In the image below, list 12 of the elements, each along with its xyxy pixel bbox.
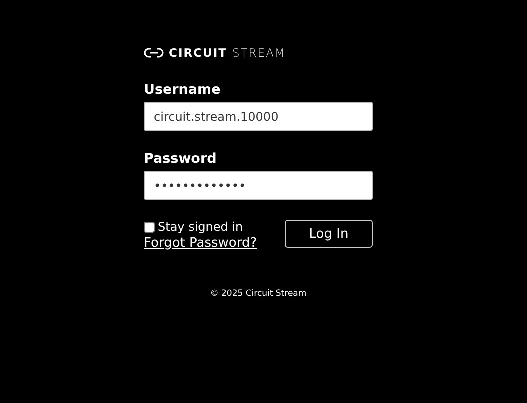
field-label: Username [144, 82, 221, 98]
input-field[interactable]: circuit.stream.10000 [144, 102, 373, 131]
input-field[interactable]: ••••••••••••• [144, 171, 373, 200]
copyright-text: © 2025 Circuit Stream [210, 289, 307, 299]
forgot-password-link[interactable]: Forgot Password? [144, 236, 258, 251]
checkbox[interactable] [144, 222, 155, 232]
login-button[interactable]: Log In [285, 220, 373, 248]
checkbox-label: Stay signed in [158, 220, 244, 234]
logo-icon [144, 46, 164, 58]
logo-text: CIRCUIT [169, 46, 228, 60]
field-label: Password [144, 151, 217, 167]
logo-text: STREAM [232, 46, 286, 60]
